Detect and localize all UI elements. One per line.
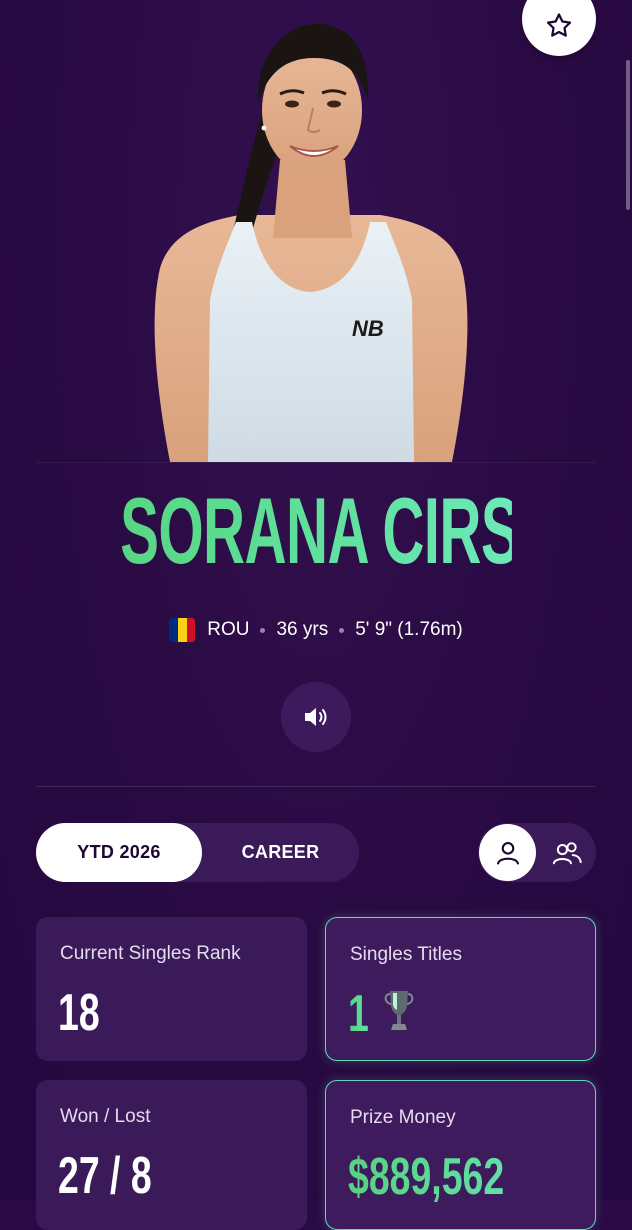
stat-label: Singles Titles [350, 944, 462, 965]
favorite-button[interactable] [522, 0, 596, 56]
player-country: ROU [207, 619, 250, 640]
tab-ytd[interactable]: YTD 2026 [36, 823, 202, 882]
stat-value: $889,562 [348, 1148, 505, 1206]
player-profile-page: NB SORANA CIRSTEA ROU 36 yrs 5' 9" (1.76… [0, 0, 632, 1230]
star-icon [546, 13, 572, 37]
hero-divider [36, 462, 596, 463]
users-icon [552, 841, 582, 864]
trophy-icon [384, 991, 414, 1030]
stat-card-titles[interactable]: Singles Titles 1 [325, 917, 596, 1061]
stat-label: Won / Lost [60, 1106, 151, 1127]
svg-text:NB: NB [352, 316, 384, 341]
period-toggle: YTD 2026 CAREER [36, 823, 359, 882]
stat-value: 1 [348, 985, 369, 1043]
speaker-icon [305, 708, 327, 726]
scrollbar[interactable] [626, 60, 630, 210]
user-icon [496, 841, 519, 865]
player-photo: NB [130, 0, 490, 462]
stat-label: Current Singles Rank [60, 943, 241, 964]
separator-dot [260, 627, 266, 633]
doubles-button[interactable] [538, 824, 595, 881]
stat-card-prize-money[interactable]: Prize Money $889,562 [325, 1080, 596, 1230]
section-divider [36, 786, 596, 787]
separator-dot [339, 627, 345, 633]
player-type-toggle [478, 823, 596, 882]
tab-career[interactable]: CAREER [202, 823, 359, 882]
player-age: 36 yrs [276, 619, 329, 640]
pronunciation-audio-button[interactable] [281, 682, 351, 752]
player-meta: ROU 36 yrs 5' 9" (1.76m) [0, 618, 632, 642]
stat-card-won-lost: Won / Lost 27 / 8 [36, 1080, 307, 1230]
player-height: 5' 9" (1.76m) [355, 619, 463, 640]
stat-value: 18 [58, 984, 100, 1042]
stat-label: Prize Money [350, 1107, 456, 1128]
stat-value: 27 / 8 [58, 1147, 152, 1205]
singles-button[interactable] [479, 824, 536, 881]
flag-icon [169, 618, 196, 642]
stat-card-rank: Current Singles Rank 18 [36, 917, 307, 1061]
player-name: SORANA CIRSTEA [120, 478, 632, 583]
